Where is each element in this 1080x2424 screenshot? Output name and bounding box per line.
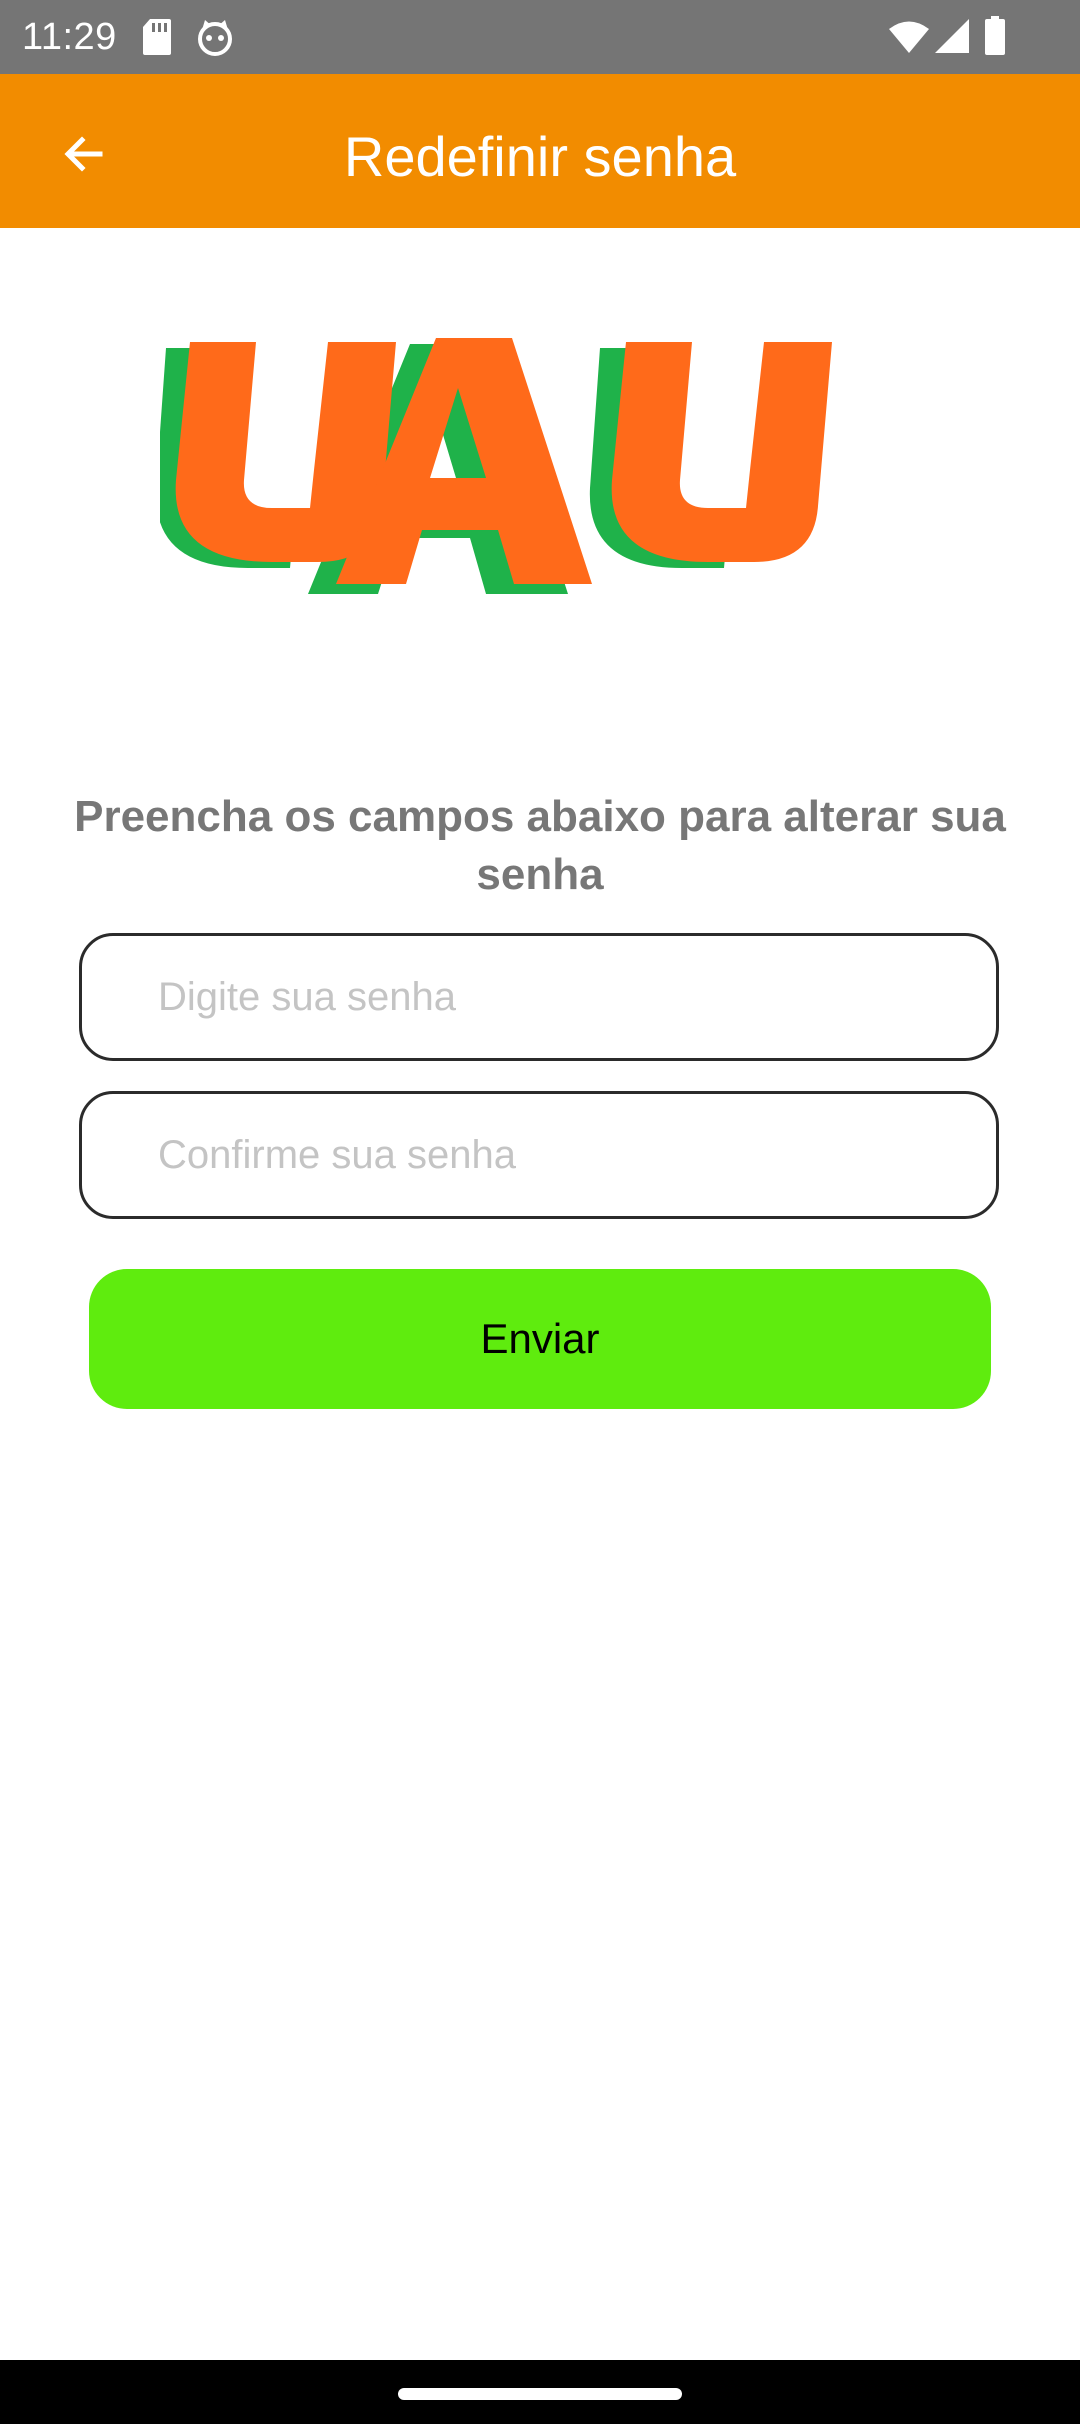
- password-input[interactable]: [79, 933, 999, 1061]
- signal-icon: [934, 18, 970, 59]
- app-bar: Redefinir senha: [0, 74, 1080, 228]
- home-indicator[interactable]: [398, 2388, 682, 2400]
- send-button[interactable]: Enviar: [89, 1269, 991, 1409]
- cat-face-icon: [196, 18, 234, 61]
- page-title: Redefinir senha: [343, 125, 737, 188]
- confirm-password-input[interactable]: [79, 1091, 999, 1219]
- navigation-bar: [0, 2360, 1080, 2424]
- battery-icon: [984, 16, 1006, 61]
- instructions-text: Preencha os campos abaixo para alterar s…: [74, 792, 1006, 899]
- uau-logo: [160, 338, 832, 594]
- screen: 11:29 Redefinir senha Preencha os campos…: [0, 0, 1080, 2424]
- sd-card-icon: [142, 18, 172, 61]
- wifi-icon: [888, 20, 930, 59]
- status-bar: 11:29: [0, 0, 1080, 74]
- status-time: 11:29: [22, 16, 117, 58]
